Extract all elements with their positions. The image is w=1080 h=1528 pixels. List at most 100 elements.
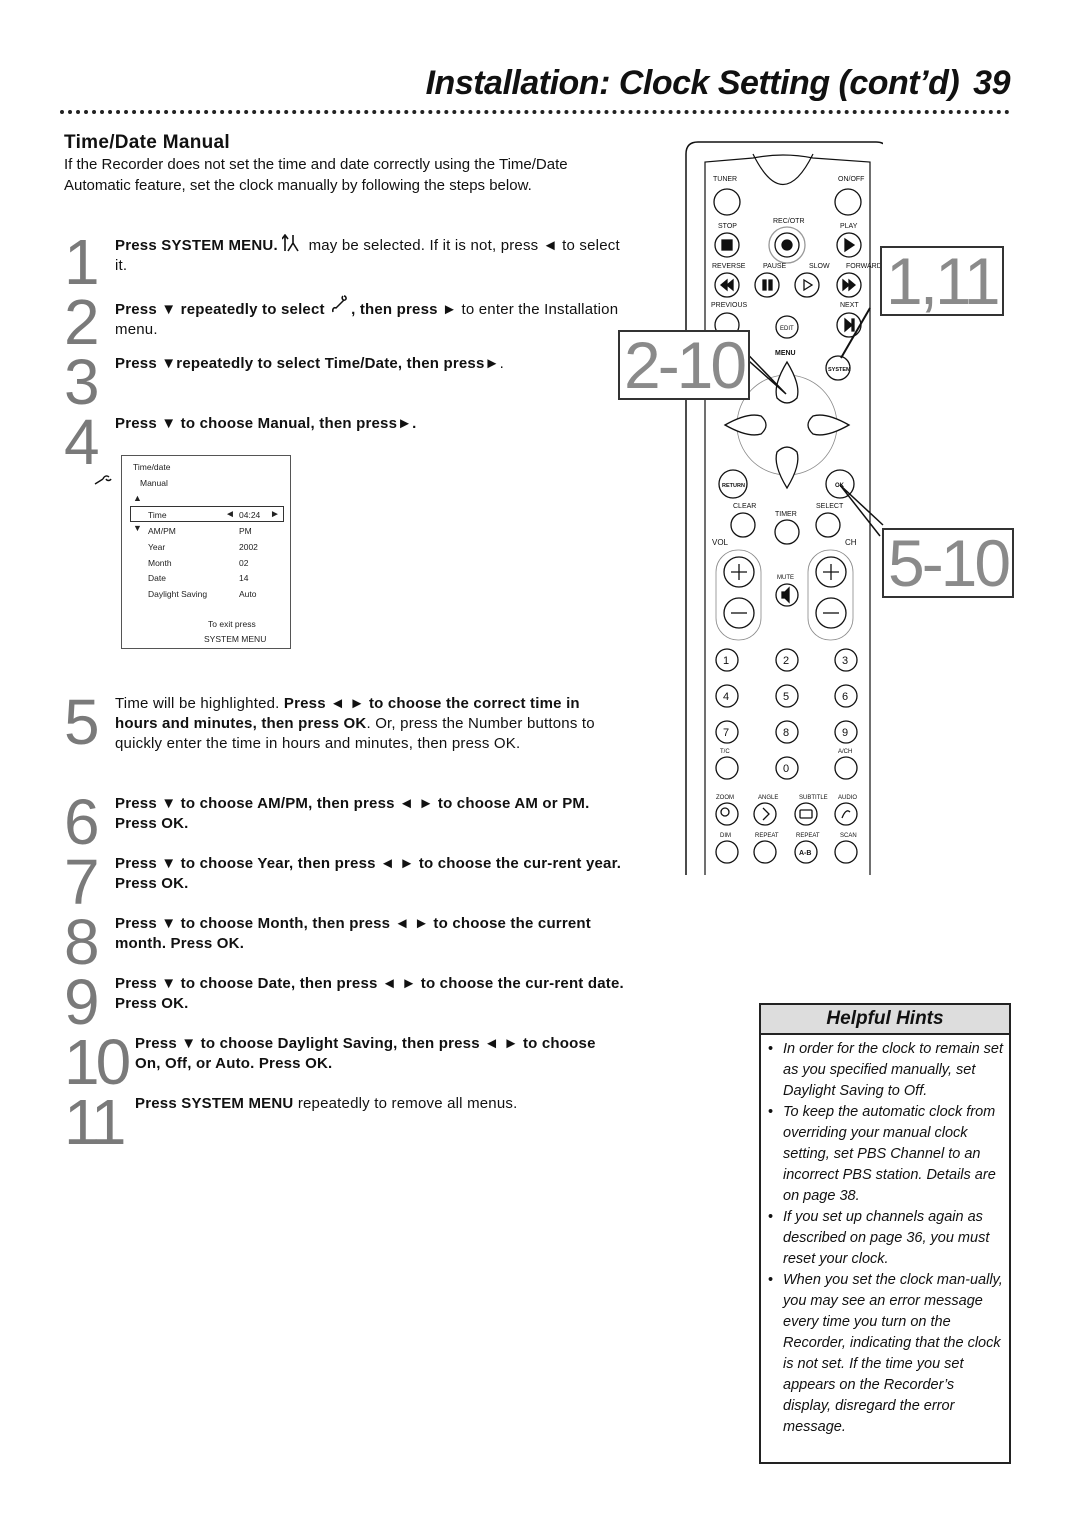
osd-menu: Time/date Manual ▲ Time ◄ 04:24 ► ▼ AM/P… — [121, 455, 291, 649]
step-number: 10 — [64, 1026, 131, 1098]
page-header: Installation: Clock Setting (cont’d) 39 — [0, 64, 1011, 103]
svg-text:2: 2 — [783, 655, 789, 667]
svg-text:0: 0 — [783, 763, 789, 775]
angle-button[interactable] — [753, 802, 777, 826]
step-number: 8 — [64, 906, 100, 978]
step-number: 2 — [64, 286, 100, 358]
osd-row-label[interactable]: AM/PM — [148, 526, 176, 536]
leader-line-ok — [839, 484, 884, 537]
osd-exit-hint: To exit press — [208, 619, 256, 629]
dim-button[interactable] — [715, 840, 739, 864]
step-text-bold: Press ▼ to choose Daylight Saving, then … — [135, 1035, 596, 1072]
step-text: Time will be highlighted. — [115, 695, 284, 712]
osd-row-value: 14 — [239, 573, 249, 583]
svg-text:7: 7 — [723, 727, 729, 739]
label-angle: ANGLE — [758, 795, 778, 801]
osd-row-value: PM — [239, 526, 252, 536]
svg-text:4: 4 — [723, 691, 729, 703]
hints-title: Helpful Hints — [761, 1005, 1009, 1035]
audio-button[interactable] — [834, 802, 858, 826]
tuner-button[interactable] — [713, 188, 741, 216]
step-number: 5 — [64, 686, 100, 758]
page-title: Installation: Clock Setting (cont’d) — [425, 64, 960, 102]
ach-button[interactable] — [834, 756, 858, 780]
osd-row-value: 04:24 — [239, 510, 261, 520]
svg-text:5: 5 — [783, 691, 789, 703]
osd-row-label[interactable]: Time — [148, 510, 167, 520]
label-tuner: TUNER — [713, 176, 737, 183]
step-text-bold: Press ▼ to choose Date, then press ◄ ► t… — [115, 975, 624, 1012]
installation-wrench-icon — [332, 295, 347, 313]
osd-row-label[interactable]: Date — [148, 573, 166, 583]
hint-item: When you set the clock man-ually, you ma… — [768, 1270, 1003, 1438]
label-repeat: REPEAT — [755, 833, 779, 839]
step-number: 1 — [64, 226, 100, 298]
svg-text:8: 8 — [783, 727, 789, 739]
osd-row-label[interactable]: Daylight Saving — [148, 589, 207, 599]
label-stop: STOP — [718, 223, 737, 230]
label-audio: AUDIO — [838, 795, 857, 801]
section-title: Time/Date Manual — [64, 132, 230, 153]
step-text-bold: Press ▼ to choose Month, then press ◄ ► … — [115, 915, 591, 952]
step-number: 6 — [64, 786, 100, 858]
subtitle-icon — [799, 809, 813, 819]
step-text-bold: Press ▼ repeatedly to select — [115, 301, 325, 318]
label-play: PLAY — [840, 223, 858, 230]
callout-system: 1,11 — [880, 246, 1004, 316]
step-text: . — [499, 355, 504, 372]
number-keypad: 1 2 3 4 5 6 7 8 9 T/C A/CH 0 — [715, 648, 858, 780]
osd-row-value: Auto — [239, 589, 257, 599]
svg-text:6: 6 — [842, 691, 848, 703]
section-intro: If the Recorder does not set the time an… — [64, 156, 568, 194]
step-text-bold: Press ▼ to choose AM/PM, then press ◄ ► … — [115, 795, 590, 832]
scan-button[interactable] — [834, 840, 858, 864]
label-tc: T/C — [720, 749, 730, 755]
osd-exit-hint-key: SYSTEM MENU — [204, 634, 267, 644]
step-text-bold: Press ▼ to choose Year, then press ◄ ► t… — [115, 855, 622, 892]
wrench-icon — [94, 473, 112, 490]
step-text-bold: , then press ► — [351, 301, 458, 318]
step-number: 4 — [64, 406, 100, 478]
leader-line-system — [840, 307, 871, 359]
osd-title: Time/date — [133, 462, 171, 472]
left-arrow-icon: ◄ — [225, 509, 235, 520]
osd-row-label[interactable]: Month — [148, 558, 172, 568]
magnifier-icon — [720, 807, 730, 817]
tc-button[interactable] — [715, 756, 739, 780]
header-divider — [60, 110, 1010, 114]
svg-text:9: 9 — [842, 727, 848, 739]
svg-text:1: 1 — [723, 655, 729, 667]
helpful-hints-box: Helpful Hints In order for the clock to … — [759, 1003, 1011, 1464]
hints-list: In order for the clock to remain set as … — [761, 1035, 1009, 1438]
hint-item: If you set up channels again as describe… — [768, 1207, 1003, 1270]
repeat-button[interactable] — [753, 840, 777, 864]
right-arrow-icon: ► — [270, 509, 280, 520]
label-repeat-ab: REPEAT — [796, 833, 820, 839]
osd-row-value: 02 — [239, 558, 249, 568]
step-text-bold: Press ▼ to choose Manual, then press►. — [115, 415, 417, 432]
power-button[interactable] — [834, 188, 862, 216]
callout-ok: 5-10 — [882, 528, 1015, 598]
hint-item: To keep the automatic clock from overrid… — [768, 1102, 1003, 1207]
scroll-up-icon: ▲ — [133, 493, 142, 503]
label-dim: DIM — [720, 833, 731, 839]
label-ach: A/CH — [838, 749, 852, 755]
step-text-bold: Press SYSTEM MENU — [135, 1095, 294, 1112]
step-number: 9 — [64, 966, 100, 1038]
label-onoff: ON/OFF — [838, 176, 864, 183]
svg-text:3: 3 — [842, 655, 848, 667]
page-number: 39 — [973, 64, 1010, 102]
ir-window — [752, 153, 814, 185]
osd-row-value: 2002 — [239, 542, 258, 552]
step-number: 7 — [64, 846, 100, 918]
osd-subtitle: Manual — [140, 478, 168, 488]
label-ab: A-B — [799, 850, 811, 857]
step-number: 3 — [64, 346, 100, 418]
label-mute: MUTE — [777, 575, 794, 581]
osd-row-label[interactable]: Year — [148, 542, 165, 552]
step-text-bold: Press ▼repeatedly to select Time/Date, t… — [115, 355, 500, 372]
callout-arrows: 2-10 — [618, 330, 751, 400]
label-rec: REC/OTR — [773, 218, 805, 225]
label-scan: SCAN — [840, 833, 857, 839]
hint-item: In order for the clock to remain set as … — [768, 1039, 1003, 1102]
